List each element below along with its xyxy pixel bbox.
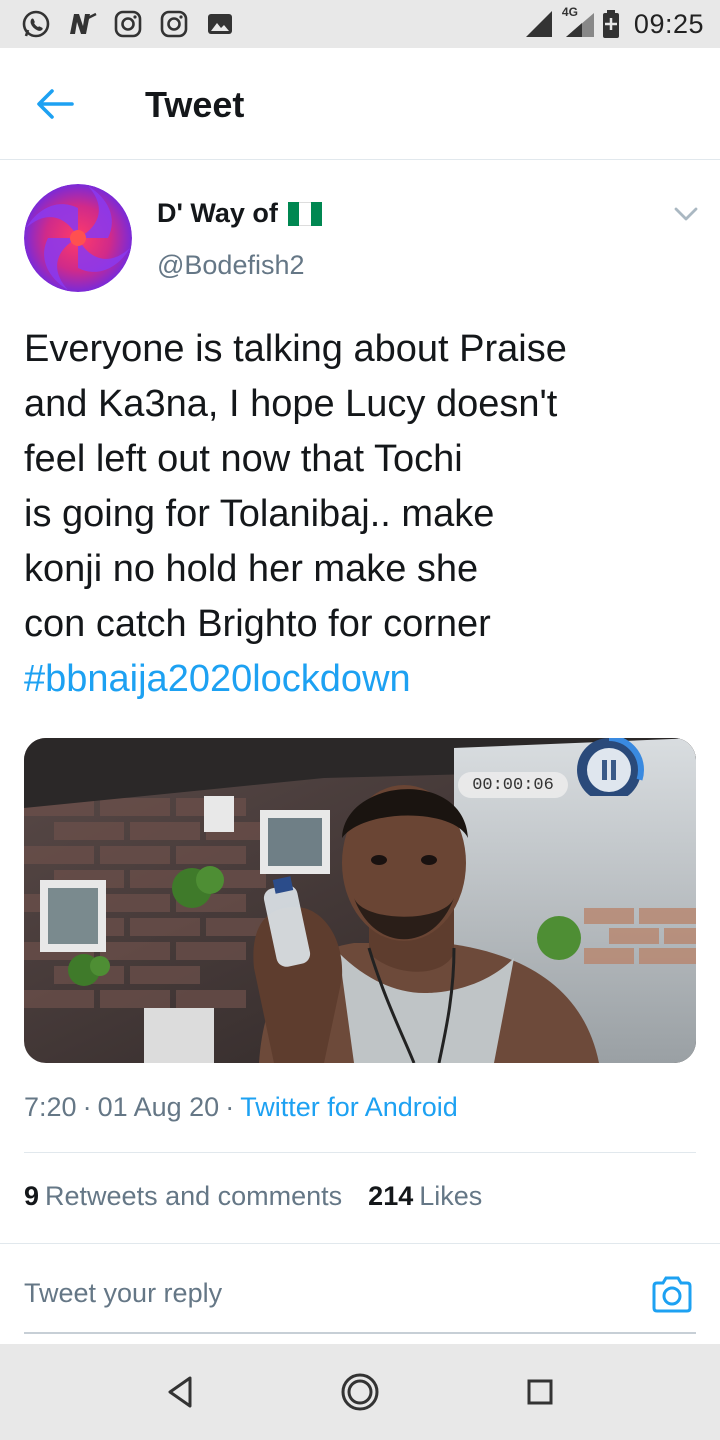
- retweets-stat[interactable]: 9 Retweets and comments: [24, 1181, 342, 1212]
- network-signal: 4G: [560, 5, 596, 39]
- nigeria-flag-icon: [287, 201, 322, 226]
- n-app-icon: [70, 12, 97, 34]
- network-type: 4G: [561, 5, 578, 19]
- gallery-icon: [208, 14, 232, 34]
- likes-count: 214: [368, 1181, 414, 1211]
- nav-recents-icon[interactable]: [520, 1372, 560, 1412]
- divider: [0, 1243, 720, 1244]
- display-name[interactable]: D' Way of: [157, 198, 322, 229]
- tweet-text-line: is going for Tolanibaj.. make: [24, 493, 495, 535]
- pause-icon[interactable]: [566, 738, 650, 796]
- meta-separator: ·: [82, 1092, 92, 1122]
- tweet-stats: 9 Retweets and comments 214 Likes: [24, 1181, 482, 1212]
- status-time: 09:25: [633, 8, 704, 39]
- page-title: Tweet: [145, 84, 245, 125]
- tweet-text-line: con catch Brighto for corner: [24, 603, 491, 645]
- retweets-label: Retweets and comments: [45, 1181, 343, 1211]
- instagram-icon: [160, 10, 188, 38]
- android-nav-bar: [0, 1344, 720, 1440]
- display-name-text: D' Way of: [157, 198, 278, 228]
- reply-input[interactable]: Tweet your reply: [24, 1278, 222, 1309]
- whatsapp-icon: [22, 10, 50, 38]
- notification-icons: [20, 8, 236, 40]
- tweet-text-line: Everyone is talking about Praise: [24, 328, 567, 370]
- user-handle[interactable]: @Bodefish2: [157, 250, 305, 281]
- status-right: 4G 09:25: [524, 5, 704, 42]
- app-header: Tweet: [0, 48, 720, 160]
- signal-icon: [525, 11, 552, 37]
- retweets-count: 9: [24, 1181, 40, 1211]
- tweet-text-line: and Ka3na, I hope Lucy doesn't: [24, 383, 558, 425]
- instagram-icon: [114, 10, 142, 38]
- tweet-time: 7:20: [24, 1092, 77, 1122]
- tweet-date: 01 Aug 20: [97, 1092, 220, 1122]
- reply-underline: [24, 1332, 696, 1334]
- hashtag-link[interactable]: #bbnaija2020lockdown: [24, 652, 696, 707]
- nav-home-icon[interactable]: [340, 1372, 380, 1412]
- battery-icon: [602, 10, 619, 38]
- status-bar: 4G 09:25: [0, 0, 720, 48]
- tweet-source-link[interactable]: Twitter for Android: [240, 1092, 458, 1122]
- divider: [24, 1152, 696, 1153]
- back-arrow-icon[interactable]: [34, 84, 78, 124]
- tweet-text-line: konji no hold her make she: [24, 548, 479, 590]
- avatar[interactable]: [24, 184, 132, 292]
- chevron-down-icon[interactable]: [672, 204, 700, 224]
- tweet-meta: 7:20 · 01 Aug 20 · Twitter for Android: [24, 1092, 458, 1123]
- tweet-text: Everyone is talking about Praise and Ka3…: [24, 322, 696, 707]
- camera-icon[interactable]: [650, 1274, 694, 1314]
- nav-back-icon[interactable]: [160, 1372, 200, 1412]
- likes-stat[interactable]: 214 Likes: [368, 1181, 482, 1212]
- tweet-text-line: feel left out now that Tochi: [24, 438, 463, 480]
- likes-label: Likes: [419, 1181, 483, 1211]
- video-timestamp: 00:00:06: [458, 772, 568, 798]
- meta-separator: ·: [225, 1092, 235, 1122]
